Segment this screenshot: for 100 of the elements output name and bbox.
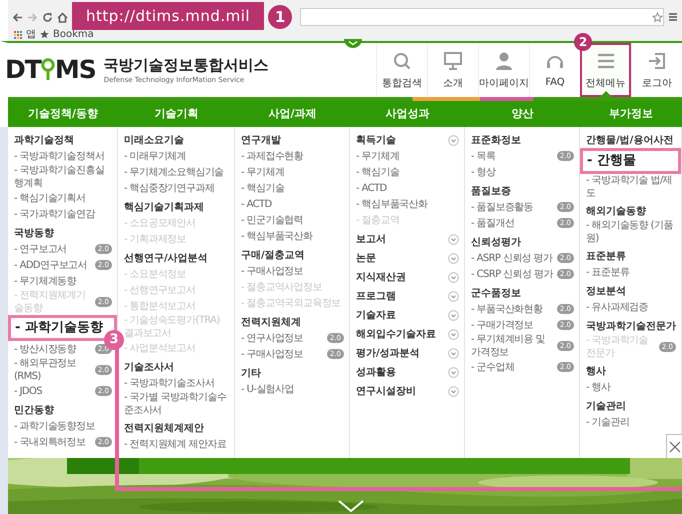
close-icon bbox=[668, 441, 680, 453]
menu-heading: 신뢰성평가 bbox=[471, 236, 521, 248]
menu-category[interactable]: 부가정보 bbox=[609, 101, 653, 127]
menu-heading: 정보분석 bbox=[586, 284, 626, 298]
menu-link[interactable]: - ASRP 신뢰성 평가 bbox=[471, 252, 553, 264]
logo-text: DT bbox=[5, 55, 41, 85]
back-icon[interactable] bbox=[12, 12, 23, 22]
menu-link[interactable]: - 유사과제검증 bbox=[586, 300, 648, 314]
menu-link[interactable]: - 전력지원체계 제안자료 bbox=[124, 438, 226, 450]
menu-link[interactable]: - ACTD bbox=[356, 182, 387, 194]
menu-link[interactable]: - ADD연구보고서 bbox=[14, 258, 88, 272]
menu-link[interactable]: - 연구보고서 bbox=[14, 242, 67, 256]
menu-category[interactable]: 사업성과 bbox=[386, 101, 430, 127]
menu-link[interactable]: - 품질보증활동 bbox=[471, 200, 533, 214]
menu-link[interactable]: - ACTD bbox=[241, 198, 272, 210]
menu-link[interactable]: - 민군기술협력 bbox=[241, 214, 303, 226]
menu-link[interactable]: - 군수업체 bbox=[471, 360, 514, 374]
menu-link[interactable]: - 무기체계 bbox=[356, 150, 400, 162]
menu-link[interactable]: - 핵심부품국산화 bbox=[356, 198, 428, 210]
menu-link[interactable]: - 무기체계비용 및 가격정보 bbox=[471, 333, 554, 359]
menu-heading[interactable]: 해외입수기술자료 bbox=[356, 328, 436, 340]
menu-link[interactable]: - 형상 bbox=[471, 166, 496, 178]
menu-heading[interactable]: 보고서 bbox=[356, 232, 386, 246]
bookmark-star-icon[interactable] bbox=[652, 12, 663, 22]
menu-heading[interactable]: 기술자료 bbox=[356, 308, 396, 322]
bookmark-link[interactable]: Bookma bbox=[53, 28, 94, 40]
menu-link[interactable]: - 품질개선 bbox=[471, 216, 514, 230]
menu-category[interactable]: 기술정책/동향 bbox=[28, 101, 98, 127]
menu-heading: 해외기술동향 bbox=[586, 204, 646, 218]
menu-link[interactable]: - 목록 bbox=[471, 150, 496, 162]
menu-link[interactable]: - 국가과학기술연감 bbox=[14, 208, 95, 220]
expand-icon[interactable] bbox=[448, 348, 459, 358]
menu-link[interactable]: - 행사 bbox=[586, 380, 610, 394]
menu-link[interactable]: - 무기체계동향 bbox=[14, 274, 76, 288]
menu-link[interactable]: - 과학기술동향정보 bbox=[14, 420, 95, 432]
expand-icon[interactable] bbox=[448, 386, 459, 396]
apps-icon[interactable] bbox=[14, 30, 22, 38]
home-icon[interactable] bbox=[57, 12, 68, 22]
expand-icon[interactable] bbox=[448, 290, 459, 302]
menu-heading[interactable]: 성과활용 bbox=[356, 366, 396, 378]
menu-heading: 표준분류 bbox=[586, 250, 626, 262]
down-chevron-icon[interactable] bbox=[338, 500, 364, 512]
menu-link[interactable]: - 연구사업정보 bbox=[241, 332, 303, 344]
expand-icon[interactable] bbox=[448, 272, 459, 282]
reload-icon[interactable] bbox=[42, 12, 53, 22]
expand-icon[interactable] bbox=[448, 328, 459, 340]
menu-link[interactable]: - 국방과학기술 법/제도 bbox=[586, 174, 676, 200]
menu-link[interactable]: - JDOS bbox=[14, 384, 42, 398]
menu-heading[interactable]: 연구시설장비 bbox=[356, 384, 416, 398]
menu-heading: 국방과학기술전문가 bbox=[586, 320, 676, 332]
menu-heading[interactable]: 평가/성과분석 bbox=[356, 346, 420, 360]
menu-category[interactable]: 기술기획 bbox=[154, 101, 198, 127]
menu-link[interactable]: - 핵심기술기획서 bbox=[14, 192, 86, 204]
menu-link[interactable]: - 기술관리 bbox=[586, 416, 630, 428]
menu-link[interactable]: - 핵심기술 bbox=[356, 166, 400, 178]
menu-category[interactable]: 양산 bbox=[512, 101, 534, 127]
menu-link[interactable]: - 표준분류 bbox=[586, 266, 630, 278]
address-field[interactable] bbox=[300, 8, 664, 26]
forward-icon[interactable] bbox=[27, 12, 38, 22]
menu-heading: 표준화정보 bbox=[471, 134, 521, 146]
menu-link[interactable]: - 무기체계소요핵심기술 bbox=[124, 166, 224, 178]
menu-link[interactable]: - 구매사업정보 bbox=[241, 348, 303, 360]
menu-heading[interactable]: 프로그램 bbox=[356, 290, 396, 302]
star-icon[interactable] bbox=[40, 30, 49, 39]
menu-link[interactable]: - 방산시장동향 bbox=[14, 342, 76, 356]
menu-link[interactable]: - 핵심기술 bbox=[241, 182, 284, 194]
menu-category[interactable]: 사업/과제 bbox=[268, 101, 317, 127]
menu-link[interactable]: - 구매사업정보 bbox=[241, 264, 303, 278]
menu-link[interactable]: - CSRP 신뢰성 평가 bbox=[471, 268, 553, 280]
nav-item[interactable]: 마이페이지 bbox=[478, 43, 529, 97]
expand-icon[interactable] bbox=[448, 234, 459, 244]
menu-link[interactable]: - 해외기술동향 (기품원) bbox=[586, 219, 676, 245]
menu-link[interactable]: - U-실험사업 bbox=[241, 382, 294, 396]
menu-icon[interactable] bbox=[668, 12, 678, 22]
menu-heading[interactable]: 지식재산권 bbox=[356, 270, 406, 284]
menu-heading[interactable]: 획득기술 bbox=[356, 134, 396, 146]
expand-icon[interactable] bbox=[448, 134, 459, 146]
menu-link[interactable]: - 무기체계 bbox=[241, 166, 284, 178]
menu-link[interactable]: - 국방과학기술진흥실행계획 bbox=[14, 164, 112, 190]
menu-heading[interactable]: 논문 bbox=[356, 252, 376, 264]
menu-link[interactable]: - 국내외특허정보 bbox=[14, 436, 86, 448]
menu-link[interactable]: - 과제접수현황 bbox=[241, 150, 303, 162]
menu-link[interactable]: - 국방과학기술조사서 bbox=[124, 376, 214, 390]
monitor-icon bbox=[443, 50, 463, 70]
menu-heading: 과학기술정책 bbox=[14, 134, 74, 146]
expand-icon[interactable] bbox=[448, 252, 459, 264]
menu-link[interactable]: - 구매가격정보 bbox=[471, 318, 533, 332]
expand-icon[interactable] bbox=[448, 310, 459, 320]
menu-link[interactable]: - 국방과학기술정책서 bbox=[14, 150, 104, 162]
expand-icon[interactable] bbox=[448, 366, 459, 378]
menu-link[interactable]: - 미래무기체계 bbox=[124, 150, 186, 162]
close-button[interactable] bbox=[666, 434, 682, 460]
menu-link[interactable]: - 해외무관정보(RMS) bbox=[14, 357, 92, 383]
bookmark-link[interactable]: 앱 bbox=[26, 28, 36, 40]
menu-link[interactable]: - 부품국산화현황 bbox=[471, 302, 542, 316]
menu-link[interactable]: - 국가별 국방과학기술수준조사서 bbox=[124, 391, 229, 417]
menu-link[interactable]: - 핵심중장기연구과제 bbox=[124, 182, 214, 194]
logout-icon bbox=[647, 50, 667, 70]
collapse-icon[interactable] bbox=[344, 39, 362, 49]
menu-link[interactable]: - 핵심부품국산화 bbox=[241, 230, 312, 242]
